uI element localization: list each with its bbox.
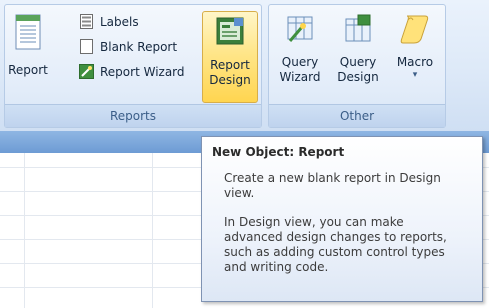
query-design-button[interactable]: Query Design	[331, 13, 385, 85]
grid-line	[152, 153, 153, 308]
macro-scroll-icon	[399, 13, 431, 45]
tooltip-paragraph-1: Create a new blank report in Design view…	[224, 171, 441, 200]
macro-label: Macro	[396, 55, 434, 69]
grid-line	[24, 153, 25, 308]
query-design-label-line1: Query	[339, 55, 377, 69]
report-wizard-button[interactable]: Report Wizard	[79, 61, 185, 83]
query-wizard-label-line1: Query	[281, 55, 319, 69]
other-group-label: Other	[269, 104, 445, 127]
labels-icon	[79, 14, 94, 29]
macro-dropdown-arrow: ▾	[412, 70, 418, 80]
other-group: Query Wizard Query Design Macro ▾ Other	[268, 4, 446, 128]
blank-report-button[interactable]: Blank Report	[79, 36, 177, 58]
query-design-label-line2: Design	[337, 70, 379, 84]
report-design-icon	[214, 16, 246, 48]
report-icon	[12, 13, 44, 50]
blank-report-icon	[79, 39, 94, 54]
query-wizard-icon	[284, 13, 316, 45]
report-design-label-line1: Report	[210, 58, 250, 72]
report-design-label-line2: Design	[209, 73, 251, 87]
report-button[interactable]: Report	[7, 13, 49, 78]
query-design-icon	[342, 13, 374, 45]
blank-report-button-label: Blank Report	[100, 40, 178, 54]
labels-button-label: Labels	[100, 15, 139, 29]
report-button-label: Report	[8, 63, 48, 77]
ribbon: Report Labels Blank Report Report Wizard…	[0, 0, 489, 132]
report-design-tooltip: New Object: Report Create a new blank re…	[201, 136, 483, 302]
report-wizard-button-label: Report Wizard	[100, 65, 185, 79]
report-wizard-icon	[79, 64, 94, 79]
reports-group: Report Labels Blank Report Report Wizard…	[4, 4, 262, 128]
reports-group-label: Reports	[5, 104, 261, 127]
query-wizard-button[interactable]: Query Wizard	[273, 13, 327, 85]
tooltip-title: New Object: Report	[212, 145, 345, 159]
report-design-button[interactable]: Report Design	[202, 11, 258, 103]
tooltip-paragraph-2: In Design view, you can make advanced de…	[224, 215, 447, 274]
query-wizard-label-line2: Wizard	[279, 70, 321, 84]
labels-button[interactable]: Labels	[79, 11, 139, 33]
macro-button[interactable]: Macro ▾	[389, 13, 441, 80]
